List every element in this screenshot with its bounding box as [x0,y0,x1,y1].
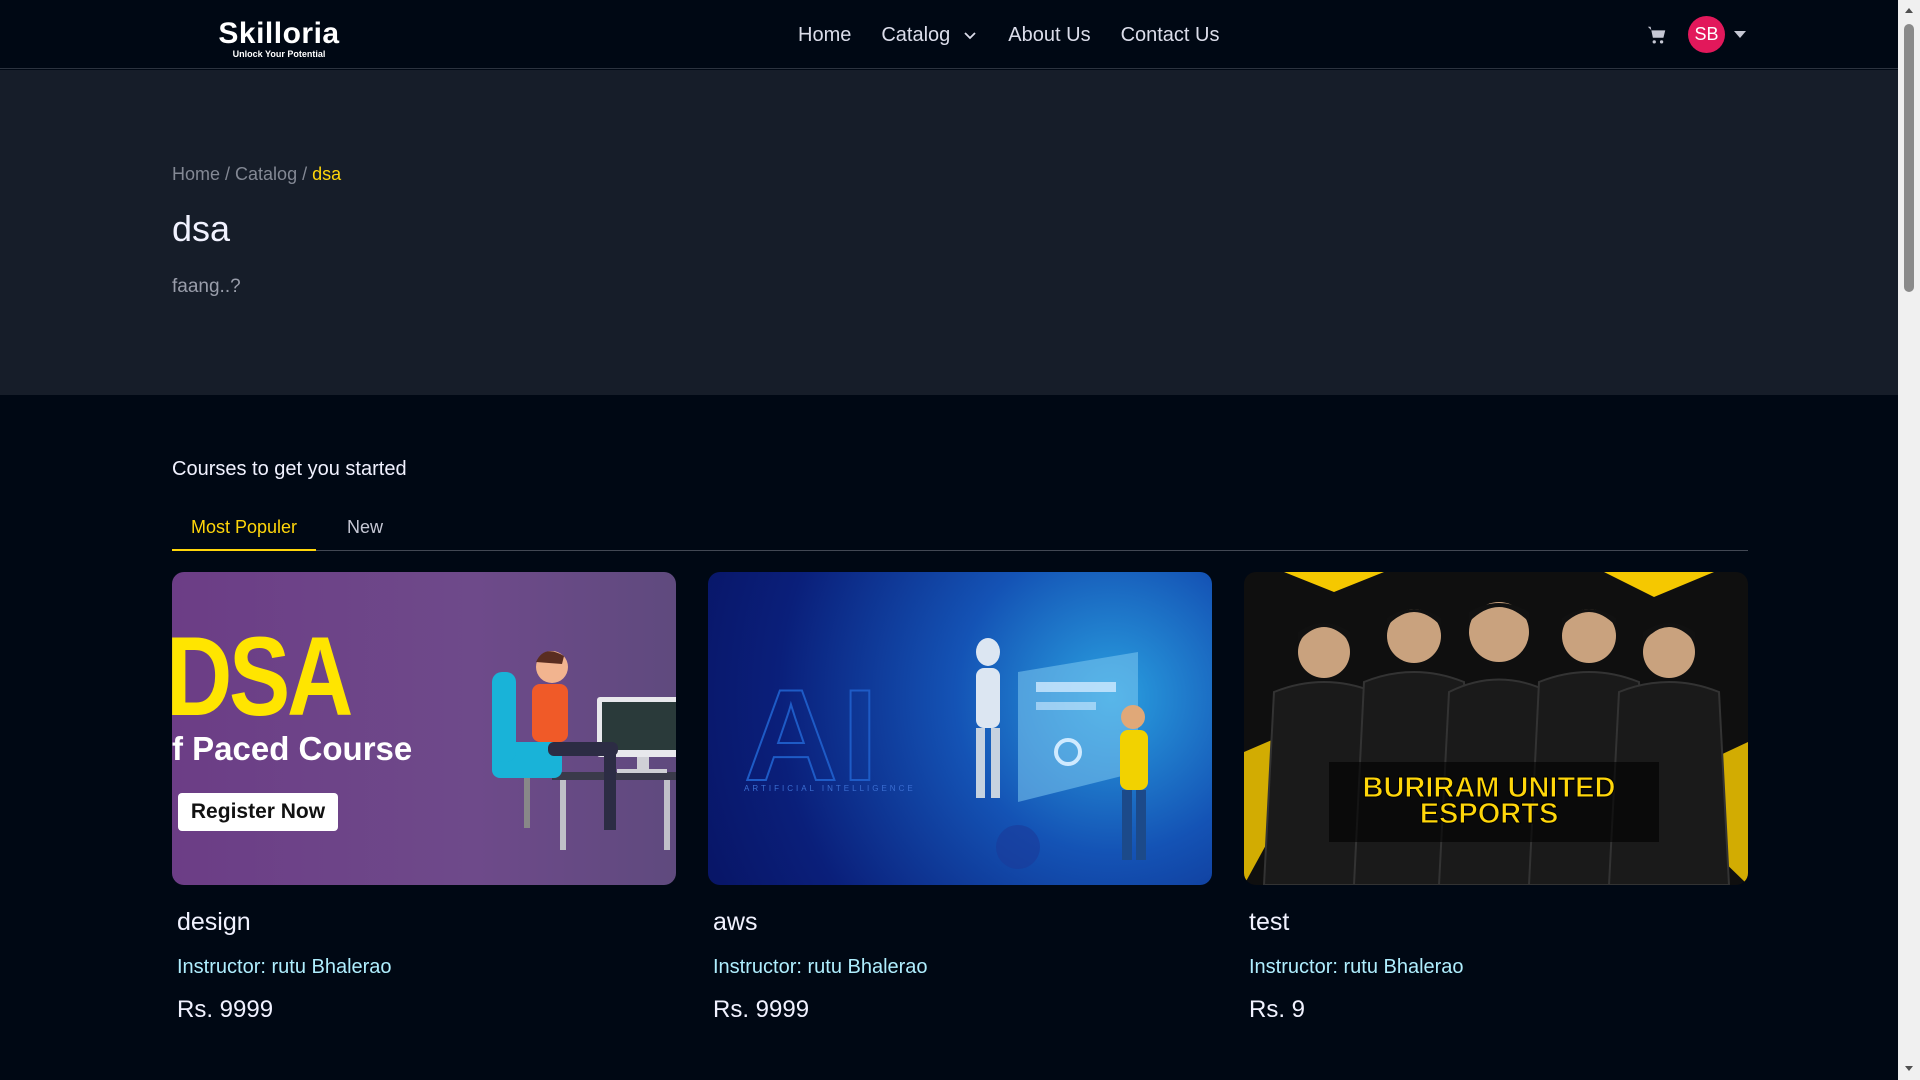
nav-user-area: SB [1646,16,1747,53]
course-card[interactable]: AI ARTIFICIAL INTELLIGENCE aws Instructo… [708,572,1212,1023]
nav-catalog-label: Catalog [881,24,951,46]
caret-down-icon[interactable] [1733,30,1747,40]
course-title: aws [713,908,758,936]
scroll-down-arrow-icon[interactable] [1904,1064,1914,1074]
chevron-down-icon [964,32,976,40]
ai-robot-illustration [976,638,1148,869]
course-price: Rs. 9999 [177,996,274,1023]
brand-name: Skilloria [218,17,340,50]
thumbnail-subtitle: f Paced Course [172,730,413,767]
thumbnail-banner: BURIRAM UNITED ESPORTS [1362,772,1616,830]
course-card[interactable]: BURIRAM UNITED ESPORTS test Instructor: … [1244,572,1748,1023]
course-tabs: Most Populer New [172,503,1748,551]
course-thumbnail[interactable]: AI ARTIFICIAL INTELLIGENCE [708,572,1212,885]
page-title: dsa [172,208,231,249]
thumbnail-headline: DSA [172,614,353,739]
breadcrumb: Home / Catalog / dsa [172,164,341,185]
breadcrumb-current: dsa [312,164,342,184]
course-thumbnail[interactable]: BURIRAM UNITED ESPORTS [1244,572,1748,885]
page-description: faang..? [172,276,241,297]
nav-about-link[interactable]: About Us [1008,22,1090,48]
esports-team-illustration [1244,572,1748,885]
avatar[interactable]: SB [1688,16,1725,53]
course-price: Rs. 9 [1249,996,1306,1023]
breadcrumb-separator: / [220,164,236,184]
scrollbar-thumb[interactable] [1904,24,1914,292]
course-title: test [1249,908,1290,936]
course-instructor: Instructor: rutu Bhalerao [713,956,928,978]
course-instructor: Instructor: rutu Bhalerao [177,956,392,978]
course-title: design [177,908,251,936]
brand-logo[interactable]: Skilloria Unlock Your Potential [209,18,349,62]
nav-home-link[interactable]: Home [798,22,851,48]
course-price: Rs. 9999 [713,996,810,1023]
thumbnail-register-badge: Register Now [178,793,338,831]
nav-links: Home Catalog About Us Contact Us [798,22,1220,48]
section-heading: Courses to get you started [172,458,407,480]
breadcrumb-separator: / [297,164,313,184]
scroll-up-arrow-icon[interactable] [1904,5,1914,15]
category-hero: Home / Catalog / dsa dsa faang..? [0,70,1898,395]
course-card[interactable]: DSA f Paced Course Register Now design I… [172,572,676,1023]
thumbnail-subtitle: ARTIFICIAL INTELLIGENCE [744,784,916,793]
course-thumbnail[interactable]: DSA f Paced Course Register Now [172,572,676,885]
top-navbar: Skilloria Unlock Your Potential Home Cat… [0,0,1898,69]
programmer-illustration [492,651,676,850]
breadcrumb-home[interactable]: Home [172,164,220,184]
nav-catalog-link[interactable]: Catalog [881,22,978,48]
breadcrumb-catalog[interactable]: Catalog [235,164,297,184]
course-instructor: Instructor: rutu Bhalerao [1249,956,1464,978]
nav-contact-link[interactable]: Contact Us [1121,22,1220,48]
cart-icon[interactable] [1646,24,1668,46]
brand-tagline: Unlock Your Potential [232,49,326,59]
tab-most-popular[interactable]: Most Populer [172,503,316,551]
page-scrollbar[interactable] [1898,0,1920,1080]
tab-new[interactable]: New [335,503,395,551]
